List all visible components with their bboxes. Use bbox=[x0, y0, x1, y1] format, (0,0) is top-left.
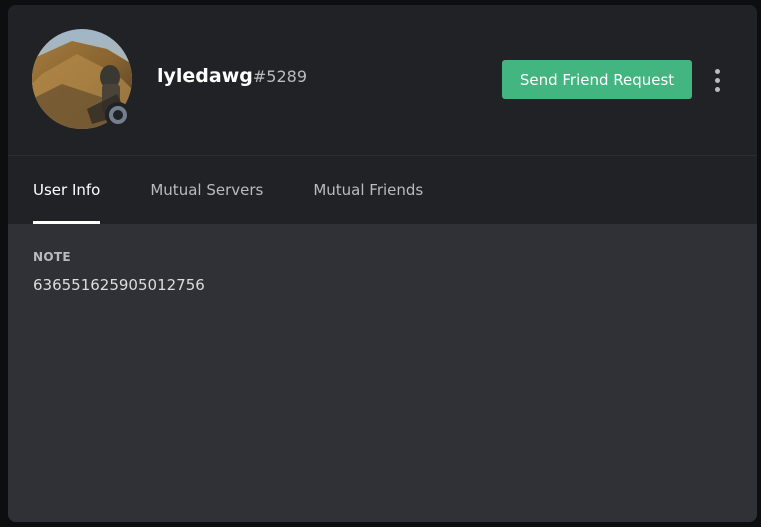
tab-mutual-servers[interactable]: Mutual Servers bbox=[150, 156, 263, 224]
user-name-tag: lyledawg #5289 bbox=[157, 65, 307, 93]
username: lyledawg bbox=[157, 65, 253, 87]
discriminator: #5289 bbox=[252, 67, 307, 86]
tab-mutual-friends[interactable]: Mutual Friends bbox=[313, 156, 423, 224]
profile-tabs: User Info Mutual Servers Mutual Friends bbox=[33, 156, 473, 224]
note-input[interactable]: 636551625905012756 bbox=[33, 276, 723, 294]
avatar-container bbox=[32, 29, 132, 129]
send-friend-request-button[interactable]: Send Friend Request bbox=[502, 60, 692, 99]
user-info-panel: NOTE 636551625905012756 bbox=[8, 224, 757, 522]
note-label: NOTE bbox=[33, 250, 71, 264]
profile-header: lyledawg #5289 Send Friend Request User … bbox=[8, 5, 757, 224]
more-vertical-icon[interactable] bbox=[706, 65, 728, 95]
status-offline-icon bbox=[105, 102, 131, 128]
tab-user-info[interactable]: User Info bbox=[33, 156, 101, 224]
user-profile-modal: lyledawg #5289 Send Friend Request User … bbox=[8, 5, 757, 522]
